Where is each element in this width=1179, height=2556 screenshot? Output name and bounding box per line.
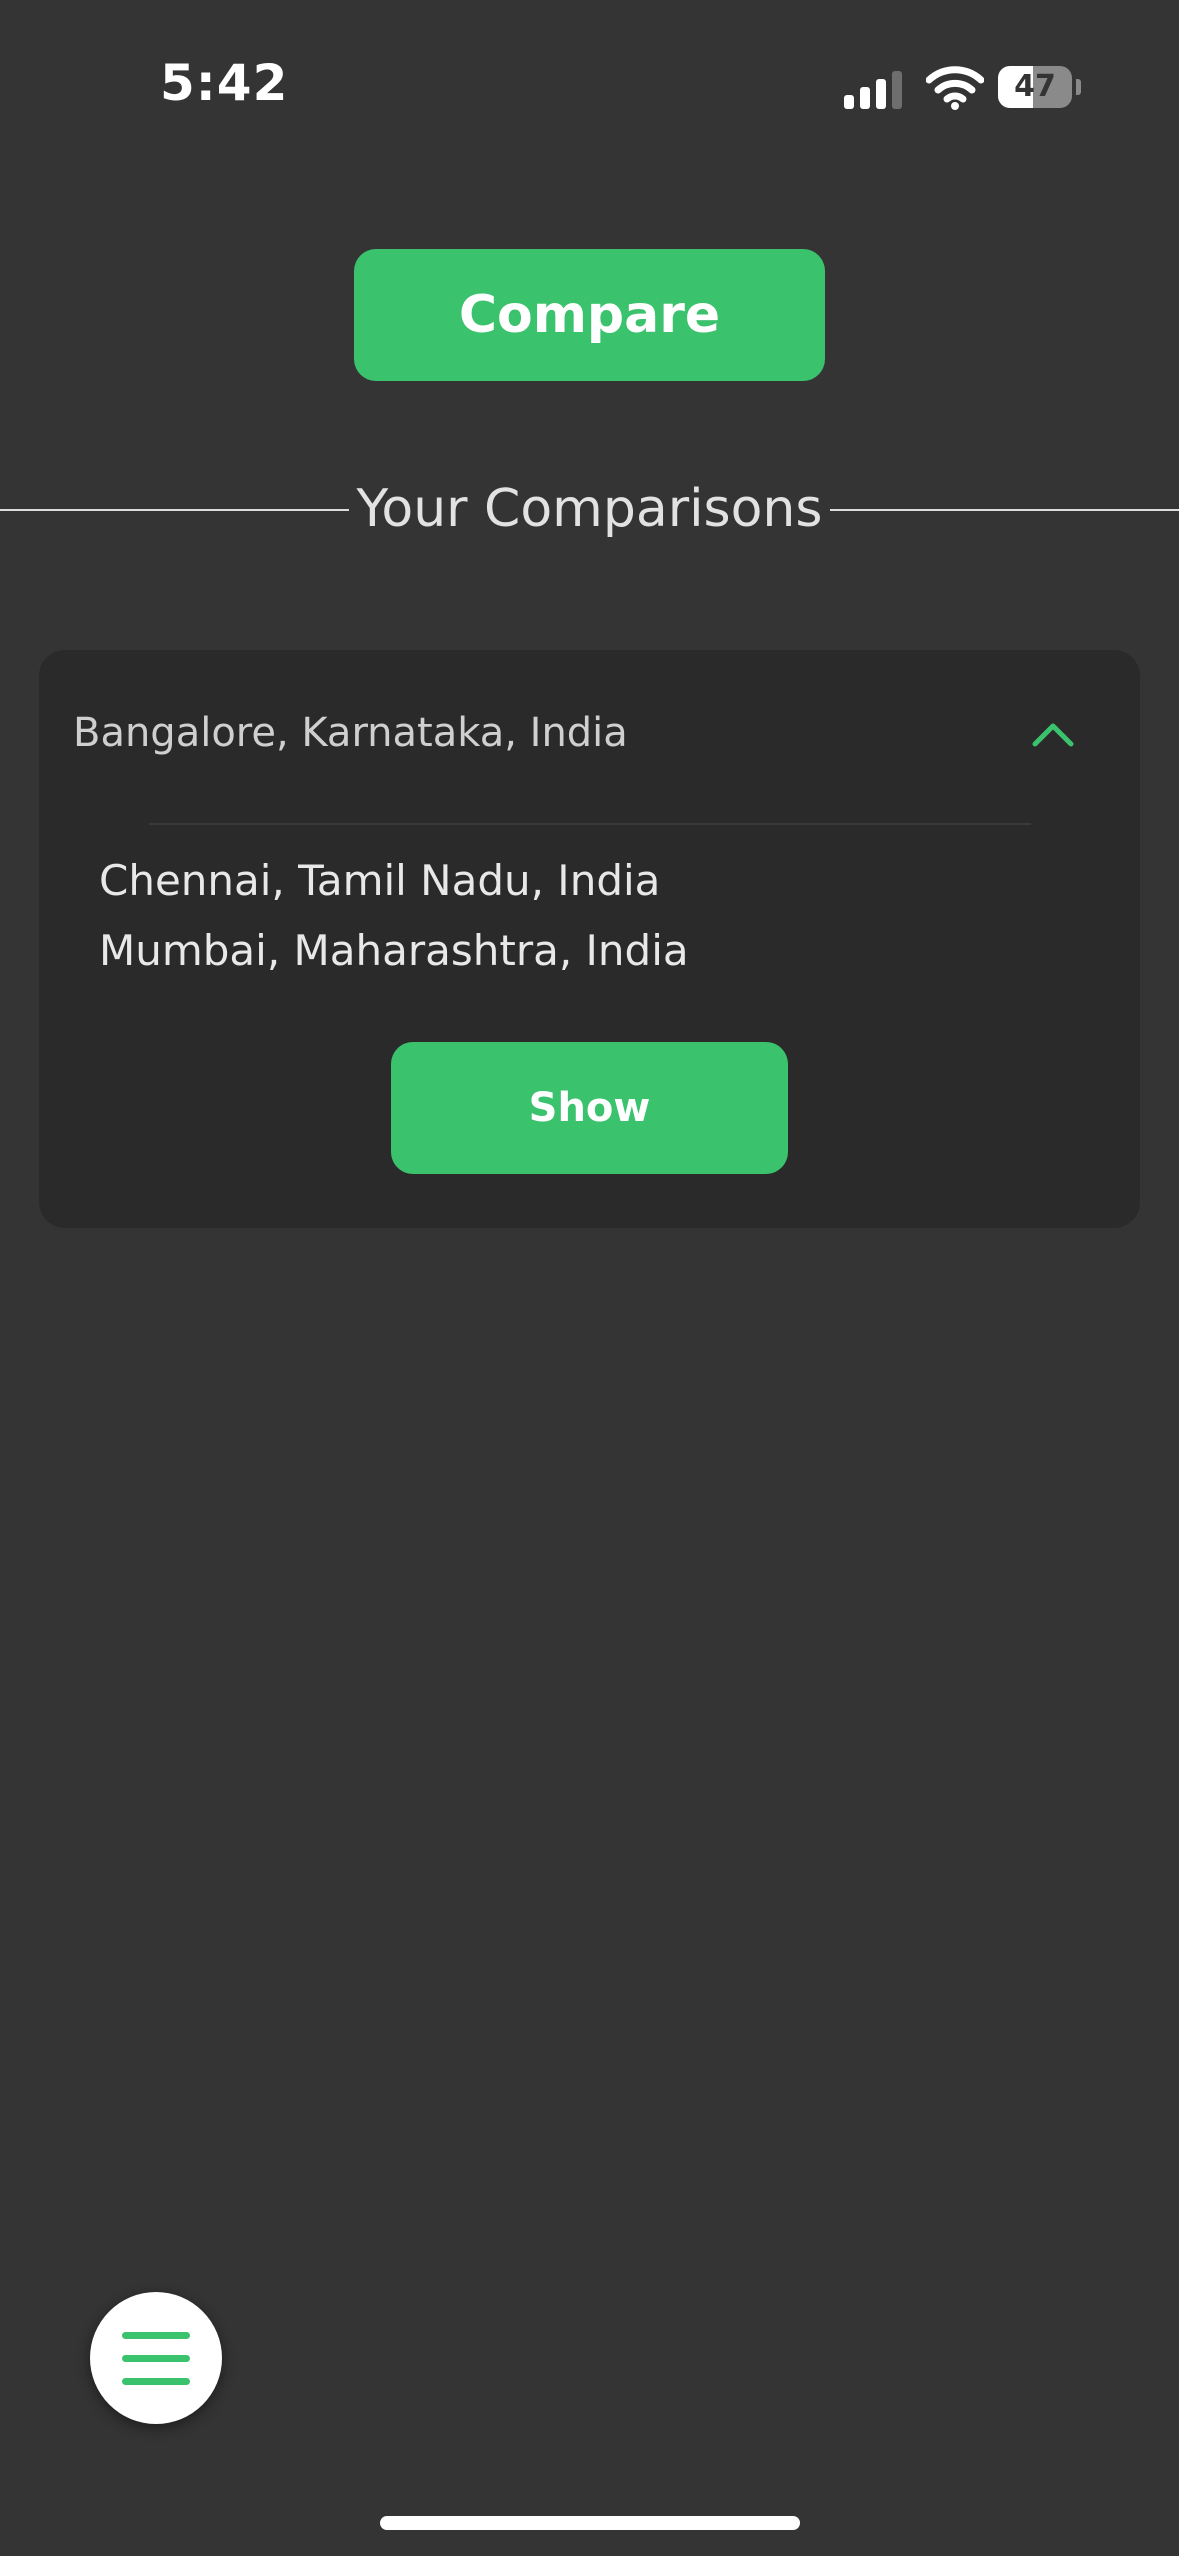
section-title: Your Comparisons <box>356 479 823 539</box>
home-indicator[interactable] <box>380 2516 800 2530</box>
compare-button[interactable]: Compare <box>354 249 825 381</box>
status-icons: 47 <box>844 64 1084 110</box>
hamburger-menu-icon <box>122 2332 190 2386</box>
section-divider-right <box>830 509 1179 511</box>
section-divider-left <box>0 509 349 511</box>
compared-city-item: Mumbai, Maharashtra, India <box>99 926 689 975</box>
base-city-label: Bangalore, Karnataka, India <box>73 710 628 756</box>
card-separator <box>149 823 1031 825</box>
cellular-signal-icon <box>844 69 906 109</box>
comparison-card: Bangalore, Karnataka, India Chennai, Tam… <box>39 650 1140 1228</box>
wifi-icon <box>926 66 984 110</box>
chevron-up-icon[interactable] <box>1031 720 1075 748</box>
status-time: 5:42 <box>160 54 289 112</box>
show-button[interactable]: Show <box>391 1042 788 1174</box>
menu-button[interactable] <box>90 2292 222 2424</box>
compared-city-item: Chennai, Tamil Nadu, India <box>99 856 661 905</box>
battery-level: 47 <box>1014 69 1056 104</box>
battery-icon: 47 <box>998 66 1081 108</box>
